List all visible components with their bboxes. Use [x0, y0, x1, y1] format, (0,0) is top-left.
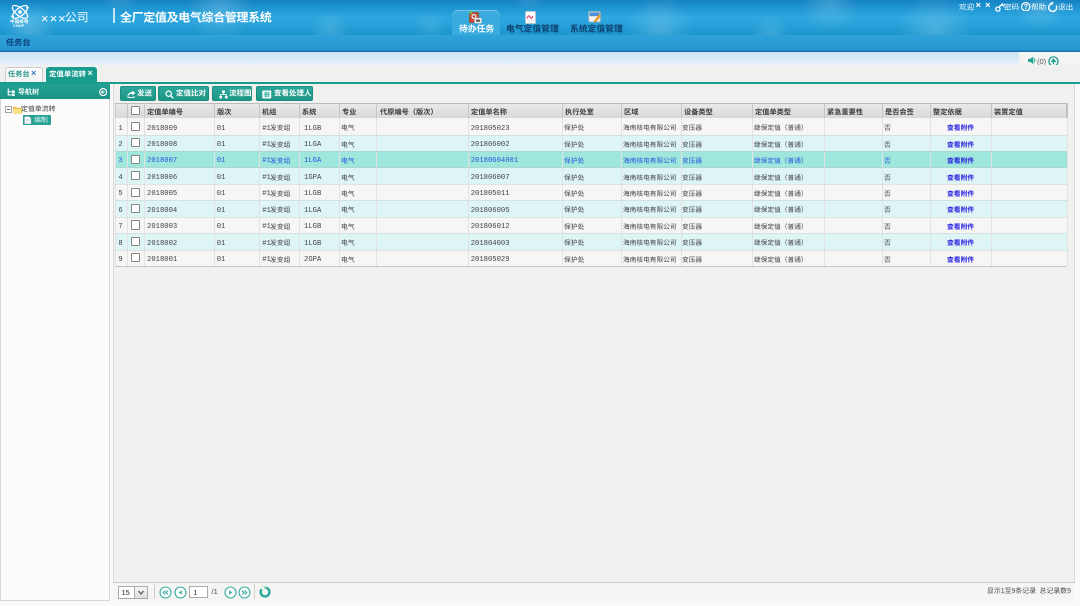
svg-text:?: ? — [1024, 4, 1028, 11]
